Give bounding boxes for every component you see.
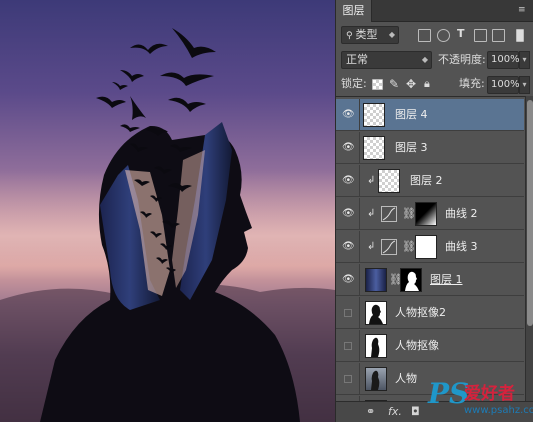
- visibility-toggle[interactable]: 👁︎: [336, 132, 360, 164]
- lock-transparency-icon[interactable]: [372, 79, 383, 90]
- hidden-box-icon: [344, 309, 352, 317]
- fill-dropdown-icon[interactable]: ▾: [519, 76, 530, 94]
- blend-row: 正常 ◆ 不透明度: 100% ▾: [336, 48, 533, 72]
- visibility-toggle[interactable]: [336, 363, 360, 395]
- eye-icon: 👁︎: [342, 274, 355, 285]
- layers-panel: 图层 ≡ ⚲ 类型 ◆ T 正常 ◆ 不透明度: 100% ▾ 锁定: ✎ ✥ …: [335, 0, 533, 422]
- layer-thumbnail: [363, 136, 385, 160]
- double-exposure-artwork: [0, 28, 335, 422]
- chevron-down-icon: ◆: [421, 55, 428, 64]
- layer-row[interactable]: 👁︎ 图层 4: [336, 99, 524, 131]
- visibility-toggle[interactable]: 👁︎: [336, 99, 360, 131]
- hidden-box-icon: [344, 375, 352, 383]
- scrollbar-thumb[interactable]: [527, 100, 533, 326]
- clipping-arrow-icon: ↲: [367, 208, 376, 219]
- curves-adjustment-icon: [381, 239, 397, 255]
- layer-row[interactable]: 人物抠像: [336, 330, 524, 362]
- opacity-input[interactable]: 100%: [487, 51, 520, 69]
- visibility-toggle[interactable]: 👁︎: [336, 165, 360, 197]
- clipping-arrow-icon: ↲: [367, 175, 376, 186]
- layer-name: 图层 2: [410, 174, 443, 187]
- layer-name: 人物: [395, 372, 417, 385]
- curves-adjustment-icon: [381, 206, 397, 222]
- filter-kind-select[interactable]: ⚲ 类型 ◆: [341, 26, 399, 44]
- layers-tab[interactable]: 图层: [336, 0, 372, 22]
- layer-mask-thumbnail[interactable]: [400, 268, 422, 292]
- layer-name: 曲线 2: [445, 207, 478, 220]
- mask-link-icon[interactable]: ⛓︎: [402, 207, 416, 220]
- fx-icon[interactable]: fx.: [388, 405, 402, 419]
- layer-thumbnail: [365, 268, 387, 292]
- layer-row[interactable]: 人物抠像2: [336, 297, 524, 329]
- panel-menu-icon[interactable]: ≡: [518, 4, 528, 16]
- eye-icon: 👁︎: [342, 241, 355, 252]
- blend-mode-value: 正常: [346, 53, 368, 66]
- visibility-toggle[interactable]: [336, 330, 360, 362]
- layer-name: 人物抠像2: [395, 306, 446, 319]
- filter-row: ⚲ 类型 ◆ T: [336, 24, 533, 46]
- layer-thumbnail: [365, 367, 387, 391]
- layer-thumbnail: [365, 334, 387, 358]
- chevron-down-icon: ◆: [388, 30, 395, 39]
- eye-icon: 👁︎: [342, 175, 355, 186]
- site-watermark: PS 爱好者 www.psahz.com: [428, 379, 533, 422]
- visibility-toggle[interactable]: [336, 297, 360, 329]
- panel-header: 图层 ≡: [336, 0, 533, 22]
- blend-mode-select[interactable]: 正常 ◆: [341, 51, 432, 69]
- filter-adjustment-icon[interactable]: [437, 29, 450, 42]
- layer-mask-thumbnail[interactable]: [415, 235, 437, 259]
- fill-label: 填充:: [459, 77, 485, 90]
- filter-pixel-icon[interactable]: [418, 29, 431, 42]
- layer-mask-thumbnail[interactable]: [415, 202, 437, 226]
- layer-thumbnail: [363, 103, 385, 127]
- layer-list: 👁︎ 图层 4 👁︎ 图层 3 👁︎ ↲ 图层 2 👁︎ ↲ ⛓︎ 曲线 2 👁…: [336, 96, 533, 401]
- layer-row[interactable]: 👁︎ ⛓︎ 图层 1: [336, 264, 524, 296]
- layer-thumbnail: [378, 169, 400, 193]
- layer-name: 图层 3: [395, 141, 428, 154]
- layer-name: 人物抠像: [395, 339, 439, 352]
- layer-thumbnail: [365, 301, 387, 325]
- clipping-arrow-icon: ↲: [367, 241, 376, 252]
- lock-label: 锁定:: [341, 77, 367, 90]
- mask-link-icon[interactable]: ⛓︎: [402, 240, 416, 253]
- fill-input[interactable]: 100%: [487, 76, 520, 94]
- filter-smart-object-icon[interactable]: [492, 29, 505, 42]
- lock-paint-icon[interactable]: ✎: [389, 75, 399, 93]
- eye-icon: 👁︎: [342, 208, 355, 219]
- layer-row[interactable]: 👁︎ ↲ ⛓︎ 曲线 3: [336, 231, 524, 263]
- visibility-toggle[interactable]: 👁︎: [336, 231, 360, 263]
- link-icon[interactable]: ⚭: [366, 405, 375, 419]
- layer-list-scrollbar[interactable]: [525, 96, 533, 401]
- layer-row[interactable]: 👁︎ 图层 3: [336, 132, 524, 164]
- lock-row: 锁定: ✎ ✥ 🔒︎ 填充: 100% ▾: [336, 73, 533, 95]
- layer-name: 图层 4: [395, 108, 428, 121]
- filter-shape-icon[interactable]: [474, 29, 487, 42]
- eye-icon: 👁︎: [342, 109, 355, 120]
- layer-row[interactable]: 👁︎ ↲ 图层 2: [336, 165, 524, 197]
- hidden-box-icon: [344, 342, 352, 350]
- document-canvas[interactable]: [0, 0, 335, 422]
- add-mask-icon[interactable]: ◘: [411, 405, 420, 419]
- lock-all-icon[interactable]: 🔒︎: [424, 75, 430, 93]
- visibility-toggle[interactable]: 👁︎: [336, 264, 360, 296]
- eye-icon: 👁︎: [342, 142, 355, 153]
- filter-kind-value: 类型: [355, 28, 378, 41]
- filter-toggle-icon[interactable]: [516, 29, 524, 42]
- lock-move-icon[interactable]: ✥: [406, 75, 416, 93]
- filter-type-icon[interactable]: T: [457, 25, 465, 43]
- layer-name: 曲线 3: [445, 240, 478, 253]
- opacity-dropdown-icon[interactable]: ▾: [519, 51, 530, 69]
- watermark-cn-text: 爱好者: [464, 384, 515, 404]
- layer-name: 图层 1: [430, 273, 463, 286]
- visibility-toggle[interactable]: 👁︎: [336, 198, 360, 230]
- opacity-label: 不透明度:: [438, 53, 486, 66]
- watermark-url: www.psahz.com: [464, 405, 533, 416]
- layer-row[interactable]: 👁︎ ↲ ⛓︎ 曲线 2: [336, 198, 524, 230]
